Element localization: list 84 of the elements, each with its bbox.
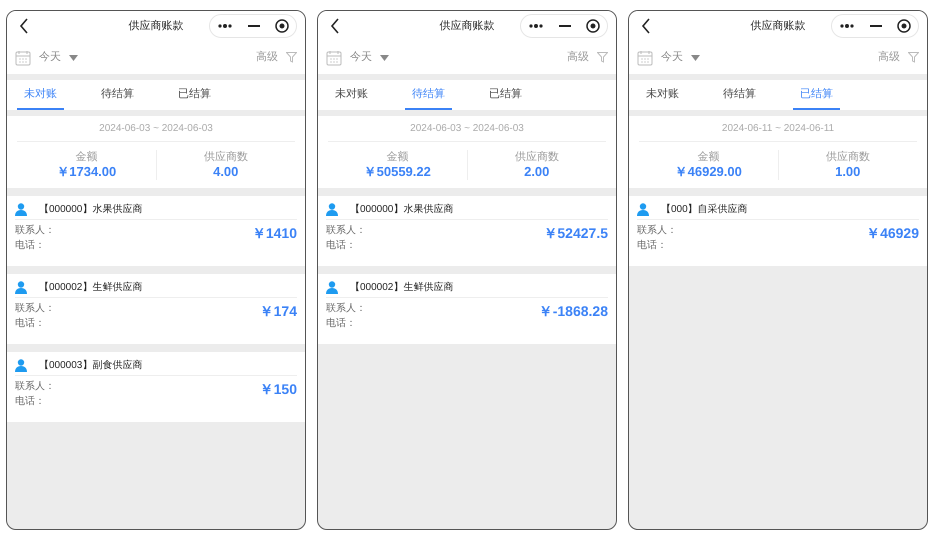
supplier-card[interactable]: 【000002】生鲜供应商 联系人： 电话： ￥174 bbox=[7, 274, 305, 344]
tab[interactable]: 已结算 bbox=[793, 80, 840, 110]
supplier-name: 【000003】副食供应商 bbox=[39, 358, 142, 373]
person-icon bbox=[15, 359, 27, 372]
date-range: 2024-06-03 ~ 2024-06-03 bbox=[17, 116, 295, 142]
supplier-card[interactable]: 【000002】生鲜供应商 联系人： 电话： ￥-1868.28 bbox=[318, 274, 616, 344]
minimize-icon[interactable] bbox=[248, 25, 260, 27]
phone-label: 电话： bbox=[326, 316, 357, 331]
tab[interactable]: 待结算 bbox=[716, 80, 763, 110]
more-icon[interactable] bbox=[217, 24, 234, 28]
summary-label: 供应商数 bbox=[514, 150, 559, 164]
supplier-amount: ￥150 bbox=[260, 380, 297, 399]
summary-value: ￥50559.22 bbox=[364, 164, 431, 180]
tab[interactable]: 已结算 bbox=[171, 80, 218, 110]
contact-label: 联系人： bbox=[15, 302, 55, 316]
supplier-amount: ￥52427.5 bbox=[543, 224, 608, 243]
window-title: 供应商账款 bbox=[440, 18, 494, 34]
summary-label: 供应商数 bbox=[826, 150, 870, 164]
tab[interactable]: 未对账 bbox=[639, 80, 686, 110]
supplier-name: 【000002】生鲜供应商 bbox=[39, 280, 142, 295]
back-icon[interactable] bbox=[330, 18, 340, 34]
dropdown-caret-icon[interactable] bbox=[691, 54, 700, 60]
more-icon[interactable] bbox=[839, 24, 856, 28]
summary-label: 供应商数 bbox=[204, 150, 248, 164]
date-range: 2024-06-03 ~ 2024-06-03 bbox=[328, 116, 606, 142]
window-title: 供应商账款 bbox=[750, 18, 806, 34]
supplier-card[interactable]: 【000000】水果供应商 联系人： 电话： ￥1410 bbox=[7, 196, 305, 266]
capsule-menu[interactable] bbox=[831, 14, 919, 38]
dropdown-caret-icon[interactable] bbox=[69, 54, 78, 60]
back-icon[interactable] bbox=[641, 18, 651, 34]
supplier-amount: ￥46929 bbox=[866, 224, 919, 243]
supplier-amount: ￥-1868.28 bbox=[538, 302, 608, 321]
supplier-card[interactable]: 【000003】副食供应商 联系人： 电话： ￥150 bbox=[7, 352, 305, 422]
phone-label: 电话： bbox=[15, 238, 46, 253]
back-icon[interactable] bbox=[19, 18, 29, 34]
summary-value: 1.00 bbox=[835, 164, 860, 180]
capsule-menu[interactable] bbox=[209, 14, 297, 38]
contact-label: 联系人： bbox=[326, 302, 366, 316]
close-icon[interactable] bbox=[274, 19, 289, 33]
date-filter[interactable]: 今天 bbox=[39, 49, 61, 66]
person-icon bbox=[326, 203, 338, 216]
summary-value: ￥1734.00 bbox=[56, 164, 116, 180]
contact-label: 联系人： bbox=[15, 224, 55, 238]
close-icon[interactable] bbox=[896, 19, 911, 33]
window-title: 供应商账款 bbox=[128, 18, 184, 34]
summary-label: 金额 bbox=[697, 150, 720, 164]
phone-label: 电话： bbox=[326, 238, 357, 253]
phone-label: 电话： bbox=[15, 316, 46, 331]
minimize-icon[interactable] bbox=[870, 25, 882, 27]
supplier-amount: ￥174 bbox=[260, 302, 297, 321]
supplier-card[interactable]: 【000】自采供应商 联系人： 电话： ￥46929 bbox=[629, 196, 927, 266]
summary-value: ￥46929.00 bbox=[674, 164, 742, 180]
tab[interactable]: 未对账 bbox=[328, 80, 375, 110]
contact-label: 联系人： bbox=[326, 224, 366, 238]
phone-label: 电话： bbox=[637, 238, 668, 253]
date-filter[interactable]: 今天 bbox=[350, 49, 372, 66]
phone-label: 电话： bbox=[15, 394, 46, 409]
close-icon[interactable] bbox=[586, 19, 600, 33]
more-icon[interactable] bbox=[528, 24, 544, 28]
contact-label: 联系人： bbox=[15, 380, 55, 394]
tab[interactable]: 待结算 bbox=[405, 80, 452, 110]
contact-label: 联系人： bbox=[637, 224, 677, 238]
supplier-name: 【000000】水果供应商 bbox=[350, 202, 454, 217]
supplier-card[interactable]: 【000000】水果供应商 联系人： 电话： ￥52427.5 bbox=[318, 196, 616, 266]
person-icon bbox=[15, 203, 27, 216]
summary-label: 金额 bbox=[386, 150, 408, 164]
tab[interactable]: 待结算 bbox=[94, 80, 141, 110]
supplier-name: 【000002】生鲜供应商 bbox=[350, 280, 454, 295]
date-filter[interactable]: 今天 bbox=[661, 49, 683, 66]
minimize-icon[interactable] bbox=[558, 25, 571, 27]
person-icon bbox=[15, 281, 27, 294]
dropdown-caret-icon[interactable] bbox=[380, 54, 389, 60]
summary-value: 2.00 bbox=[524, 164, 550, 180]
summary-label: 金额 bbox=[75, 150, 98, 164]
tab[interactable]: 未对账 bbox=[17, 80, 64, 110]
person-icon bbox=[326, 281, 338, 294]
person-icon bbox=[637, 203, 649, 216]
supplier-name: 【000000】水果供应商 bbox=[39, 202, 142, 217]
supplier-name: 【000】自采供应商 bbox=[661, 202, 748, 217]
date-range: 2024-06-11 ~ 2024-06-11 bbox=[639, 116, 917, 142]
tab[interactable]: 已结算 bbox=[482, 80, 529, 110]
supplier-amount: ￥1410 bbox=[252, 224, 297, 243]
summary-value: 4.00 bbox=[213, 164, 238, 180]
capsule-menu[interactable] bbox=[520, 14, 608, 38]
